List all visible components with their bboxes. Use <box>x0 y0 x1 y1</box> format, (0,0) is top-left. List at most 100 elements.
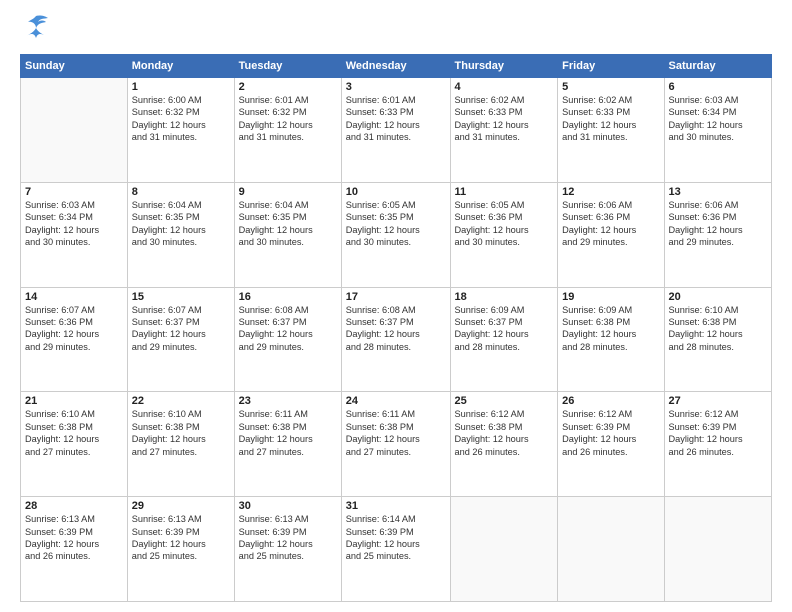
day-number: 20 <box>669 291 768 303</box>
day-info: Sunrise: 6:10 AMSunset: 6:38 PMDaylight:… <box>669 304 768 354</box>
logo-bird-icon <box>22 14 50 46</box>
day-number: 1 <box>132 81 230 93</box>
calendar-cell: 3Sunrise: 6:01 AMSunset: 6:33 PMDaylight… <box>341 78 450 183</box>
day-number: 9 <box>239 186 337 198</box>
day-number: 21 <box>25 395 123 407</box>
day-number: 23 <box>239 395 337 407</box>
day-info: Sunrise: 6:02 AMSunset: 6:33 PMDaylight:… <box>562 94 659 144</box>
calendar-cell: 10Sunrise: 6:05 AMSunset: 6:35 PMDayligh… <box>341 182 450 287</box>
day-number: 6 <box>669 81 768 93</box>
day-number: 29 <box>132 500 230 512</box>
calendar-cell <box>450 497 558 602</box>
day-number: 30 <box>239 500 337 512</box>
calendar-cell: 27Sunrise: 6:12 AMSunset: 6:39 PMDayligh… <box>664 392 772 497</box>
calendar-week-3: 14Sunrise: 6:07 AMSunset: 6:36 PMDayligh… <box>21 287 772 392</box>
day-info: Sunrise: 6:01 AMSunset: 6:32 PMDaylight:… <box>239 94 337 144</box>
calendar-cell: 2Sunrise: 6:01 AMSunset: 6:32 PMDaylight… <box>234 78 341 183</box>
calendar-cell: 31Sunrise: 6:14 AMSunset: 6:39 PMDayligh… <box>341 497 450 602</box>
day-info: Sunrise: 6:05 AMSunset: 6:35 PMDaylight:… <box>346 199 446 249</box>
calendar-cell: 20Sunrise: 6:10 AMSunset: 6:38 PMDayligh… <box>664 287 772 392</box>
day-header-monday: Monday <box>127 55 234 78</box>
calendar-cell: 24Sunrise: 6:11 AMSunset: 6:38 PMDayligh… <box>341 392 450 497</box>
calendar-cell: 25Sunrise: 6:12 AMSunset: 6:38 PMDayligh… <box>450 392 558 497</box>
day-header-saturday: Saturday <box>664 55 772 78</box>
calendar-cell: 1Sunrise: 6:00 AMSunset: 6:32 PMDaylight… <box>127 78 234 183</box>
day-info: Sunrise: 6:14 AMSunset: 6:39 PMDaylight:… <box>346 513 446 563</box>
calendar-cell: 28Sunrise: 6:13 AMSunset: 6:39 PMDayligh… <box>21 497 128 602</box>
day-header-tuesday: Tuesday <box>234 55 341 78</box>
day-info: Sunrise: 6:07 AMSunset: 6:37 PMDaylight:… <box>132 304 230 354</box>
day-number: 18 <box>455 291 554 303</box>
calendar-week-2: 7Sunrise: 6:03 AMSunset: 6:34 PMDaylight… <box>21 182 772 287</box>
calendar-cell: 15Sunrise: 6:07 AMSunset: 6:37 PMDayligh… <box>127 287 234 392</box>
day-info: Sunrise: 6:02 AMSunset: 6:33 PMDaylight:… <box>455 94 554 144</box>
day-info: Sunrise: 6:07 AMSunset: 6:36 PMDaylight:… <box>25 304 123 354</box>
day-number: 3 <box>346 81 446 93</box>
calendar-week-5: 28Sunrise: 6:13 AMSunset: 6:39 PMDayligh… <box>21 497 772 602</box>
calendar-cell: 12Sunrise: 6:06 AMSunset: 6:36 PMDayligh… <box>558 182 664 287</box>
calendar-cell: 4Sunrise: 6:02 AMSunset: 6:33 PMDaylight… <box>450 78 558 183</box>
day-info: Sunrise: 6:12 AMSunset: 6:39 PMDaylight:… <box>669 408 768 458</box>
day-info: Sunrise: 6:00 AMSunset: 6:32 PMDaylight:… <box>132 94 230 144</box>
day-number: 14 <box>25 291 123 303</box>
day-number: 25 <box>455 395 554 407</box>
day-info: Sunrise: 6:06 AMSunset: 6:36 PMDaylight:… <box>669 199 768 249</box>
day-number: 12 <box>562 186 659 198</box>
day-number: 19 <box>562 291 659 303</box>
calendar-cell: 16Sunrise: 6:08 AMSunset: 6:37 PMDayligh… <box>234 287 341 392</box>
day-info: Sunrise: 6:10 AMSunset: 6:38 PMDaylight:… <box>132 408 230 458</box>
calendar-header-row: SundayMondayTuesdayWednesdayThursdayFrid… <box>21 55 772 78</box>
day-number: 16 <box>239 291 337 303</box>
calendar-cell <box>664 497 772 602</box>
day-info: Sunrise: 6:13 AMSunset: 6:39 PMDaylight:… <box>132 513 230 563</box>
day-info: Sunrise: 6:06 AMSunset: 6:36 PMDaylight:… <box>562 199 659 249</box>
calendar-cell: 7Sunrise: 6:03 AMSunset: 6:34 PMDaylight… <box>21 182 128 287</box>
day-info: Sunrise: 6:04 AMSunset: 6:35 PMDaylight:… <box>132 199 230 249</box>
day-number: 11 <box>455 186 554 198</box>
day-info: Sunrise: 6:08 AMSunset: 6:37 PMDaylight:… <box>346 304 446 354</box>
day-info: Sunrise: 6:08 AMSunset: 6:37 PMDaylight:… <box>239 304 337 354</box>
day-number: 15 <box>132 291 230 303</box>
calendar-cell: 11Sunrise: 6:05 AMSunset: 6:36 PMDayligh… <box>450 182 558 287</box>
calendar-cell: 26Sunrise: 6:12 AMSunset: 6:39 PMDayligh… <box>558 392 664 497</box>
calendar-cell: 9Sunrise: 6:04 AMSunset: 6:35 PMDaylight… <box>234 182 341 287</box>
calendar-table: SundayMondayTuesdayWednesdayThursdayFrid… <box>20 54 772 602</box>
calendar-cell: 5Sunrise: 6:02 AMSunset: 6:33 PMDaylight… <box>558 78 664 183</box>
day-number: 17 <box>346 291 446 303</box>
day-info: Sunrise: 6:05 AMSunset: 6:36 PMDaylight:… <box>455 199 554 249</box>
day-info: Sunrise: 6:03 AMSunset: 6:34 PMDaylight:… <box>669 94 768 144</box>
calendar-cell: 18Sunrise: 6:09 AMSunset: 6:37 PMDayligh… <box>450 287 558 392</box>
day-info: Sunrise: 6:10 AMSunset: 6:38 PMDaylight:… <box>25 408 123 458</box>
calendar-cell: 13Sunrise: 6:06 AMSunset: 6:36 PMDayligh… <box>664 182 772 287</box>
day-info: Sunrise: 6:13 AMSunset: 6:39 PMDaylight:… <box>239 513 337 563</box>
day-number: 27 <box>669 395 768 407</box>
calendar-cell: 22Sunrise: 6:10 AMSunset: 6:38 PMDayligh… <box>127 392 234 497</box>
day-info: Sunrise: 6:03 AMSunset: 6:34 PMDaylight:… <box>25 199 123 249</box>
day-number: 2 <box>239 81 337 93</box>
day-number: 10 <box>346 186 446 198</box>
calendar-cell: 6Sunrise: 6:03 AMSunset: 6:34 PMDaylight… <box>664 78 772 183</box>
day-header-wednesday: Wednesday <box>341 55 450 78</box>
calendar-cell: 8Sunrise: 6:04 AMSunset: 6:35 PMDaylight… <box>127 182 234 287</box>
calendar-cell: 30Sunrise: 6:13 AMSunset: 6:39 PMDayligh… <box>234 497 341 602</box>
calendar-cell <box>21 78 128 183</box>
day-info: Sunrise: 6:12 AMSunset: 6:39 PMDaylight:… <box>562 408 659 458</box>
day-info: Sunrise: 6:09 AMSunset: 6:37 PMDaylight:… <box>455 304 554 354</box>
calendar-cell: 19Sunrise: 6:09 AMSunset: 6:38 PMDayligh… <box>558 287 664 392</box>
calendar-cell: 29Sunrise: 6:13 AMSunset: 6:39 PMDayligh… <box>127 497 234 602</box>
calendar-week-1: 1Sunrise: 6:00 AMSunset: 6:32 PMDaylight… <box>21 78 772 183</box>
day-info: Sunrise: 6:11 AMSunset: 6:38 PMDaylight:… <box>239 408 337 458</box>
calendar-cell: 14Sunrise: 6:07 AMSunset: 6:36 PMDayligh… <box>21 287 128 392</box>
calendar-cell: 23Sunrise: 6:11 AMSunset: 6:38 PMDayligh… <box>234 392 341 497</box>
day-number: 22 <box>132 395 230 407</box>
day-number: 5 <box>562 81 659 93</box>
header <box>20 18 772 46</box>
day-info: Sunrise: 6:13 AMSunset: 6:39 PMDaylight:… <box>25 513 123 563</box>
day-info: Sunrise: 6:12 AMSunset: 6:38 PMDaylight:… <box>455 408 554 458</box>
day-number: 7 <box>25 186 123 198</box>
day-header-sunday: Sunday <box>21 55 128 78</box>
day-number: 28 <box>25 500 123 512</box>
calendar-cell <box>558 497 664 602</box>
day-header-friday: Friday <box>558 55 664 78</box>
day-info: Sunrise: 6:01 AMSunset: 6:33 PMDaylight:… <box>346 94 446 144</box>
